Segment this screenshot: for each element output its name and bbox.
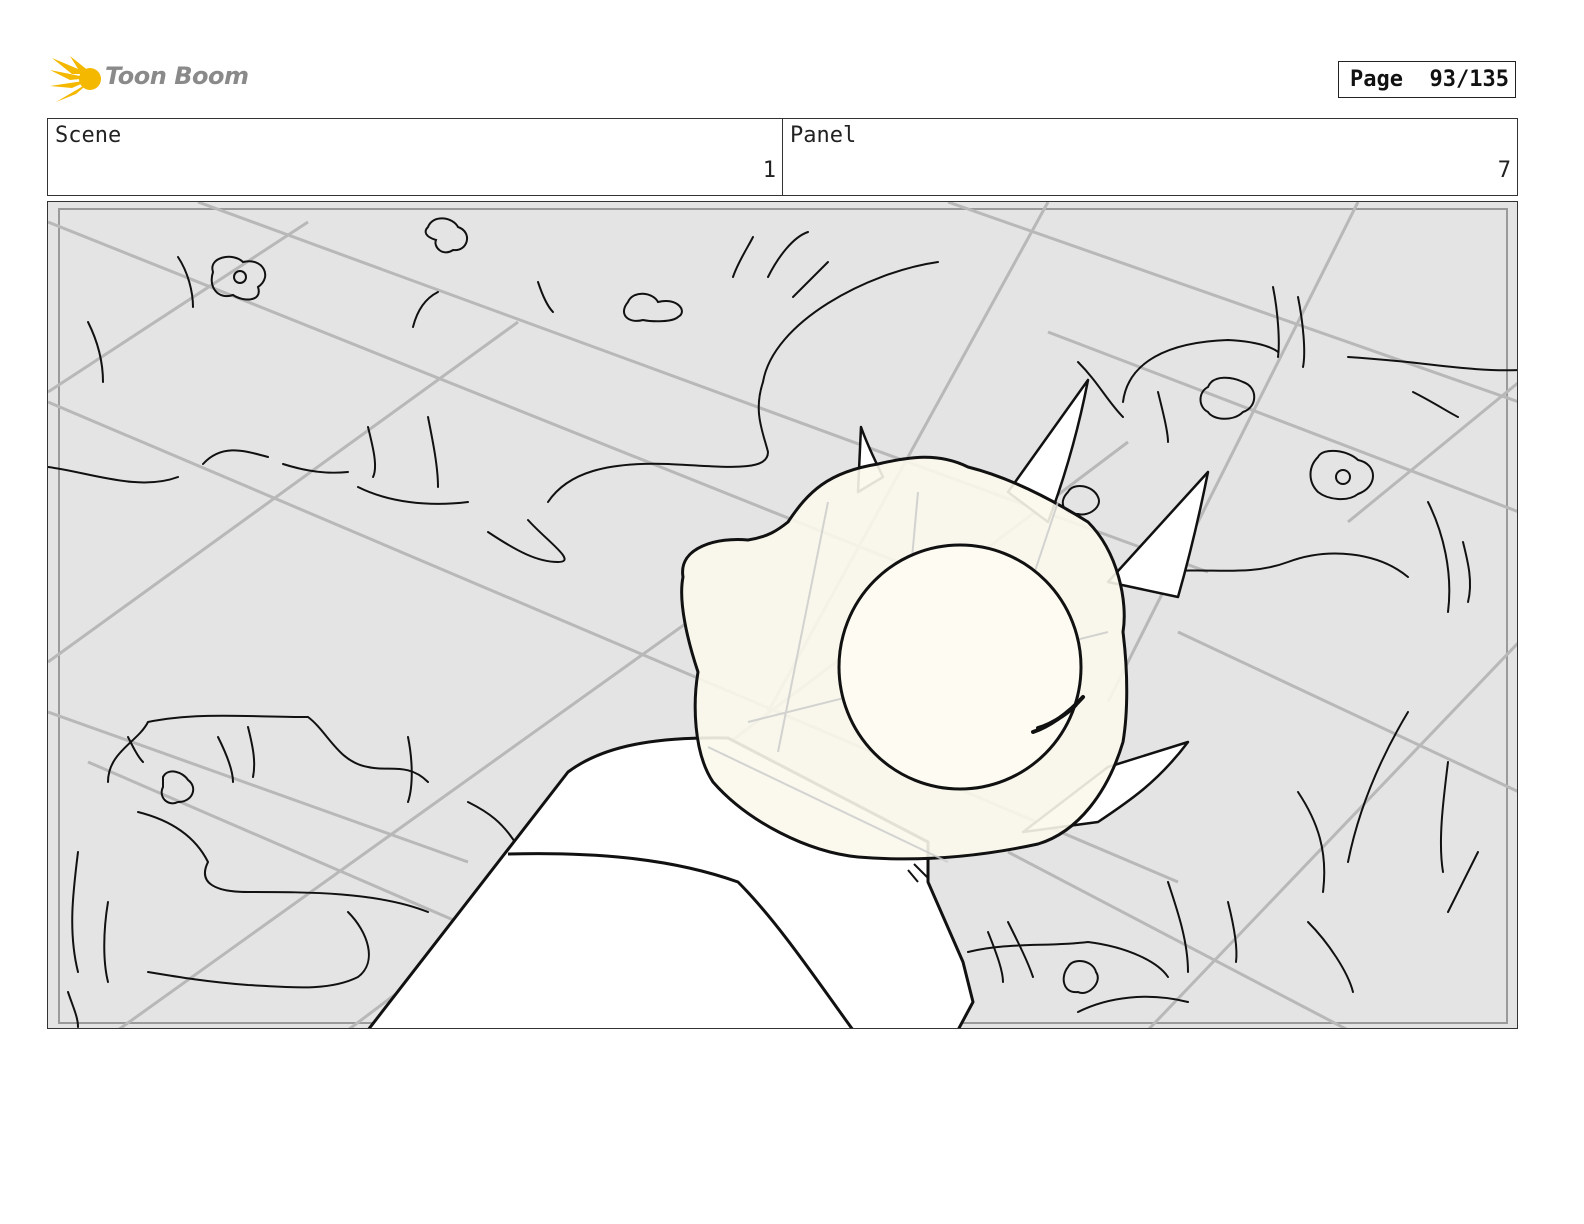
page-number: 93/135 — [1429, 67, 1509, 92]
panel-label: Panel — [790, 123, 857, 148]
scene-panel-header: Scene 1 Panel 7 — [47, 118, 1518, 196]
page-label: Page — [1350, 67, 1404, 92]
character-face — [837, 543, 1083, 791]
scene-number: 1 — [762, 158, 776, 183]
panel-drawing — [48, 202, 1517, 1028]
logo-text: Toon Boom — [105, 62, 249, 90]
toon-boom-logo: Toon Boom — [50, 52, 250, 108]
page-indicator: Page 93/135 — [1338, 61, 1516, 98]
scene-cell: Scene 1 — [48, 119, 783, 195]
panel-number: 7 — [1497, 158, 1511, 183]
starburst-icon — [50, 56, 101, 102]
panel-cell: Panel 7 — [783, 119, 1517, 195]
storyboard-panel-image — [47, 201, 1518, 1029]
scene-label: Scene — [55, 123, 122, 148]
